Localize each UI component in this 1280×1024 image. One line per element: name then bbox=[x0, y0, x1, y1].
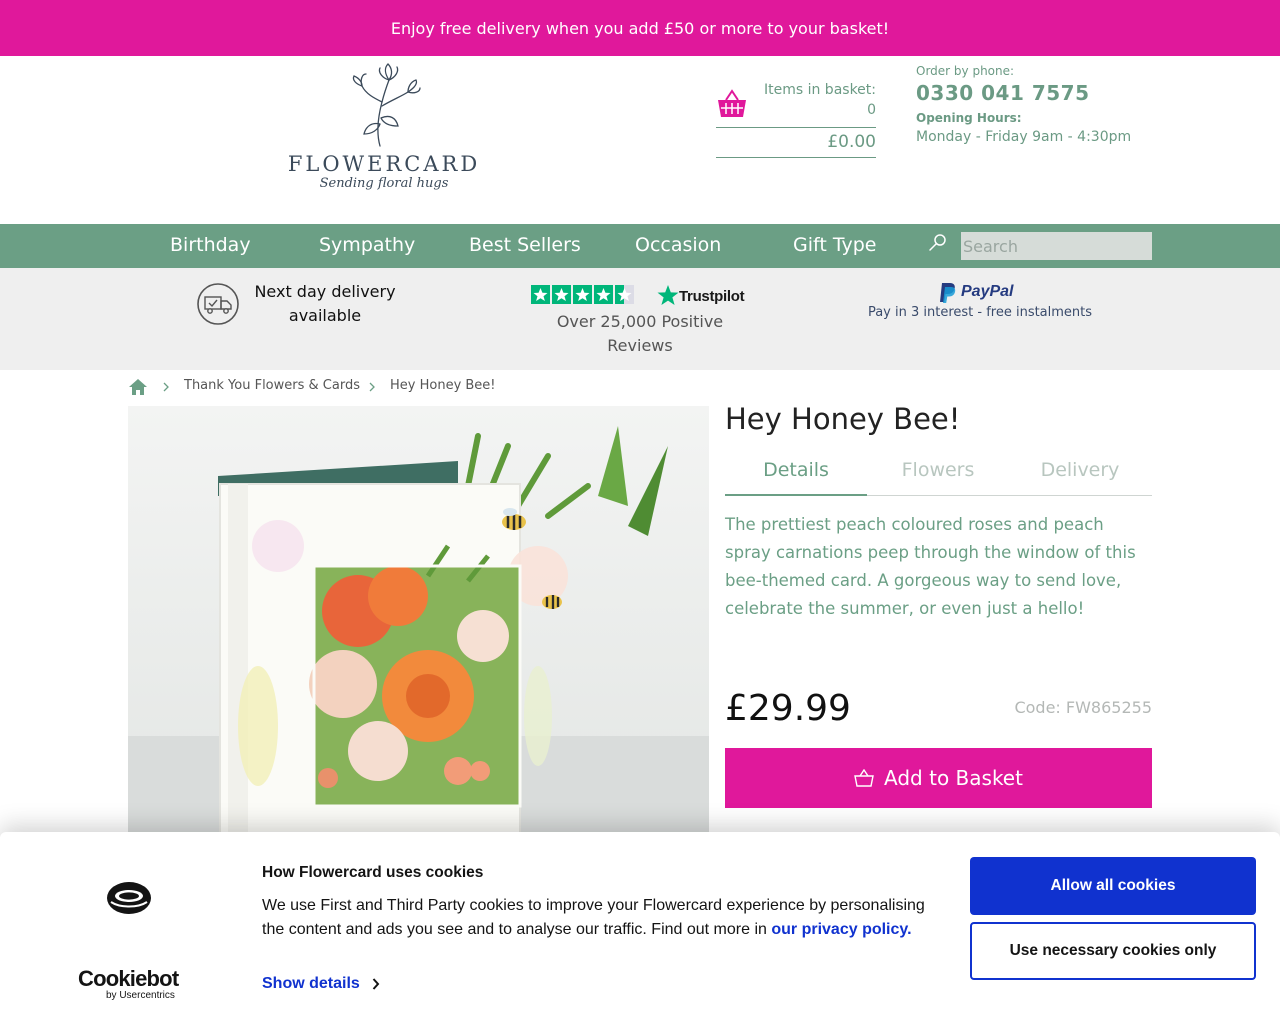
product-tabs: Details Flowers Delivery bbox=[725, 452, 1152, 496]
logo-wordmark: FLOWERCARD bbox=[287, 152, 481, 176]
trustpilot-usp-line1: Over 25,000 Positive bbox=[556, 312, 724, 331]
paypal-logo: PayPal bbox=[939, 282, 1019, 306]
search-icon[interactable] bbox=[926, 232, 948, 254]
site-logo[interactable]: FLOWERCARD Sending floral hugs bbox=[286, 62, 482, 212]
hours-label: Opening Hours: bbox=[916, 111, 1022, 125]
tab-flowers[interactable]: Flowers bbox=[867, 452, 1009, 496]
mini-basket[interactable]: Items in basket: 0 £0.00 bbox=[716, 80, 876, 158]
chevron-right-icon bbox=[372, 978, 380, 990]
product-photo bbox=[128, 406, 709, 836]
basket-outline-icon bbox=[854, 769, 874, 787]
add-to-basket-label: Add to Basket bbox=[884, 766, 1023, 790]
contact-block: Order by phone: 0330 041 7575 Opening Ho… bbox=[916, 64, 1176, 145]
breadcrumb-current: Hey Honey Bee! bbox=[390, 378, 496, 393]
trustpilot-logo[interactable]: Trustpilot bbox=[657, 284, 747, 308]
cookiebot-brand-sub: by Usercentrics bbox=[106, 990, 175, 1001]
nav-item-best-sellers[interactable]: Best Sellers bbox=[469, 224, 581, 268]
product-price: £29.99 bbox=[725, 688, 851, 729]
nav-item-sympathy[interactable]: Sympathy bbox=[319, 224, 415, 268]
product-description: The prettiest peach coloured roses and p… bbox=[725, 515, 1136, 618]
nav-item-gift-type[interactable]: Gift Type bbox=[793, 224, 877, 268]
privacy-policy-link[interactable]: our privacy policy. bbox=[771, 921, 911, 938]
trustpilot-usp: Over 25,000 Positive Reviews bbox=[540, 310, 740, 358]
allow-all-cookies-button[interactable]: Allow all cookies bbox=[970, 857, 1256, 915]
search-input[interactable] bbox=[961, 232, 1152, 260]
paypal-p-icon bbox=[940, 283, 956, 303]
cookie-title: How Flowercard uses cookies bbox=[262, 864, 484, 881]
delivery-usp-line1: Next day delivery bbox=[254, 282, 396, 301]
tab-delivery[interactable]: Delivery bbox=[1009, 452, 1151, 496]
necessary-cookies-button[interactable]: Use necessary cookies only bbox=[970, 922, 1256, 980]
promo-text: Enjoy free delivery when you add £50 or … bbox=[390, 18, 890, 38]
product-title: Hey Honey Bee! bbox=[725, 402, 961, 436]
basket-label-block: Items in basket: 0 bbox=[764, 80, 876, 120]
trustpilot-star-icon bbox=[657, 285, 679, 305]
promo-bar: Enjoy free delivery when you add £50 or … bbox=[0, 0, 1280, 56]
cookiebot-mark-icon bbox=[107, 882, 151, 914]
cookie-text: We use First and Third Party cookies to … bbox=[262, 894, 942, 942]
breadcrumb-link[interactable]: Thank You Flowers & Cards bbox=[184, 378, 360, 393]
phone-number[interactable]: 0330 041 7575 bbox=[916, 81, 1176, 105]
phone-label: Order by phone: bbox=[916, 64, 1015, 78]
nav-item-birthday[interactable]: Birthday bbox=[170, 224, 251, 268]
chevron-right-icon bbox=[369, 382, 375, 392]
trustpilot-brand: Trustpilot bbox=[679, 288, 745, 305]
basket-label: Items in basket: bbox=[763, 82, 876, 98]
cookie-banner: Cookiebot by Usercentrics How Flowercard… bbox=[0, 832, 1280, 1024]
cookiebot-brand: Cookiebot by Usercentrics bbox=[78, 968, 182, 1002]
delivery-usp: Next day delivery available bbox=[250, 280, 400, 328]
product-code: Code: FW865255 bbox=[1014, 698, 1152, 717]
tab-details[interactable]: Details bbox=[725, 452, 867, 496]
basket-divider-bottom bbox=[716, 157, 876, 158]
product-image[interactable] bbox=[128, 406, 709, 836]
delivery-usp-line2: available bbox=[288, 306, 362, 325]
add-to-basket-button[interactable]: Add to Basket bbox=[725, 748, 1152, 808]
chevron-right-icon bbox=[163, 382, 169, 392]
nav-item-occasion[interactable]: Occasion bbox=[635, 224, 721, 268]
home-icon[interactable] bbox=[128, 378, 148, 396]
show-details-link[interactable]: Show details bbox=[262, 975, 380, 993]
basket-total: £0.00 bbox=[827, 132, 876, 152]
paypal-usp: Pay in 3 interest - free instalments bbox=[867, 305, 1093, 320]
trustpilot-stars-icon bbox=[531, 285, 634, 304]
trustpilot-usp-line2: Reviews bbox=[607, 336, 673, 355]
basket-count: 0 bbox=[867, 102, 876, 118]
show-details-label: Show details bbox=[262, 975, 360, 992]
delivery-van-icon bbox=[197, 283, 239, 325]
basket-icon bbox=[718, 89, 746, 117]
flower-logo-icon bbox=[352, 63, 421, 147]
paypal-brand: PayPal bbox=[961, 283, 1014, 300]
logo-tagline: Sending floral hugs bbox=[319, 176, 449, 191]
hours-value: Monday - Friday 9am - 4:30pm bbox=[916, 129, 1132, 145]
basket-divider bbox=[716, 127, 876, 128]
cookiebot-brand-name: Cookiebot bbox=[78, 966, 179, 991]
